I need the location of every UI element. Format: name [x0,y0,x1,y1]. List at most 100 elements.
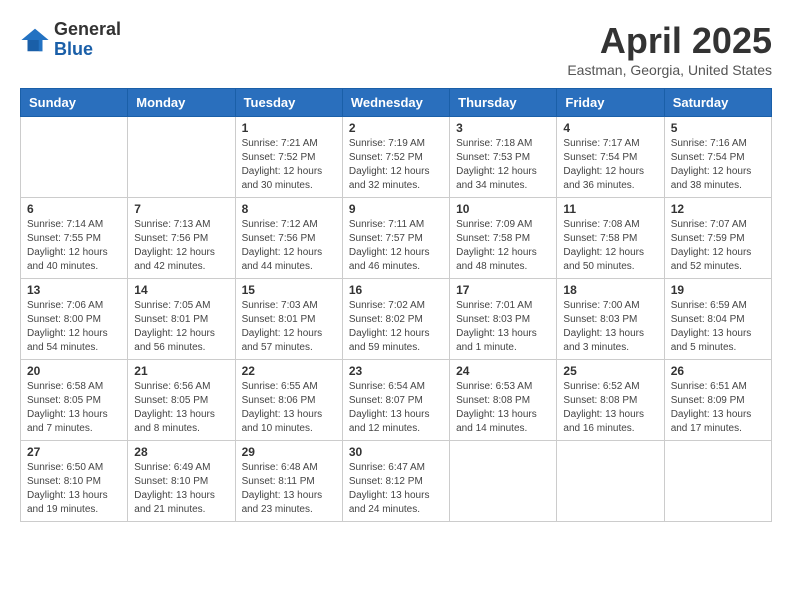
table-row: 12 Sunrise: 7:07 AM Sunset: 7:59 PM Dayli… [664,198,771,279]
table-row: 7 Sunrise: 7:13 AM Sunset: 7:56 PM Daylig… [128,198,235,279]
table-row: 4Sunrise: 7:17 AM Sunset: 7:54 PM Daylig… [557,117,664,198]
table-row: 2Sunrise: 7:19 AM Sunset: 7:52 PM Daylig… [342,117,449,198]
day-number: 13 [27,283,121,297]
table-row: 19 Sunrise: 6:59 AM Sunset: 8:04 PM Dayli… [664,279,771,360]
day-info: Sunrise: 6:49 AM Sunset: 8:10 PM Dayligh… [134,461,228,517]
table-row: 20 Sunrise: 6:58 AM Sunset: 8:05 PM Dayli… [21,360,128,441]
logo-general-text: General [54,19,121,39]
day-info: Sunrise: 7:02 AM Sunset: 8:02 PM Dayligh… [349,299,443,355]
day-info: Sunrise: 7:13 AM Sunset: 7:56 PM Dayligh… [134,218,228,274]
day-info: Sunrise: 6:48 AM Sunset: 8:11 PM Dayligh… [242,461,336,517]
table-row: 11Sunrise: 7:08 AM Sunset: 7:58 PM Dayli… [557,198,664,279]
weekday-header-row: Sunday Monday Tuesday Wednesday Thursday… [21,89,772,117]
day-info: Sunrise: 7:11 AM Sunset: 7:57 PM Dayligh… [349,218,443,274]
day-info: Sunrise: 7:05 AM Sunset: 8:01 PM Dayligh… [134,299,228,355]
day-number: 17 [456,283,550,297]
table-row: 9 Sunrise: 7:11 AM Sunset: 7:57 PM Daylig… [342,198,449,279]
day-number: 22 [242,364,336,378]
calendar-table: Sunday Monday Tuesday Wednesday Thursday… [20,88,772,522]
table-row: 22 Sunrise: 6:55 AM Sunset: 8:06 PM Dayli… [235,360,342,441]
table-row: 6 Sunrise: 7:14 AM Sunset: 7:55 PM Daylig… [21,198,128,279]
day-info: Sunrise: 7:18 AM Sunset: 7:53 PM Dayligh… [456,137,550,193]
day-number: 1 [242,121,336,135]
table-row: 5 Sunrise: 7:16 AM Sunset: 7:54 PM Daylig… [664,117,771,198]
day-number: 18 [563,283,657,297]
day-number: 26 [671,364,765,378]
day-info: Sunrise: 7:21 AM Sunset: 7:52 PM Dayligh… [242,137,336,193]
day-number: 29 [242,445,336,459]
table-row: 13 Sunrise: 7:06 AM Sunset: 8:00 PM Dayli… [21,279,128,360]
day-number: 7 [134,202,228,216]
day-number: 3 [456,121,550,135]
header-wednesday: Wednesday [342,89,449,117]
page-header: General Blue April 2025 Eastman, Georgia… [20,20,772,78]
day-info: Sunrise: 7:07 AM Sunset: 7:59 PM Dayligh… [671,218,765,274]
table-row: 24Sunrise: 6:53 AM Sunset: 8:08 PM Dayli… [450,360,557,441]
day-number: 5 [671,121,765,135]
table-row: 18 Sunrise: 7:00 AM Sunset: 8:03 PM Dayli… [557,279,664,360]
logo-icon [20,25,50,55]
logo: General Blue [20,20,121,60]
title-block: April 2025 Eastman, Georgia, United Stat… [567,20,772,78]
header-saturday: Saturday [664,89,771,117]
table-row: 8 Sunrise: 7:12 AM Sunset: 7:56 PM Daylig… [235,198,342,279]
day-number: 23 [349,364,443,378]
day-info: Sunrise: 7:00 AM Sunset: 8:03 PM Dayligh… [563,299,657,355]
day-number: 30 [349,445,443,459]
header-tuesday: Tuesday [235,89,342,117]
day-info: Sunrise: 6:52 AM Sunset: 8:08 PM Dayligh… [563,380,657,436]
table-row: 27Sunrise: 6:50 AM Sunset: 8:10 PM Dayli… [21,441,128,522]
day-number: 9 [349,202,443,216]
table-row: 1 Sunrise: 7:21 AM Sunset: 7:52 PM Daylig… [235,117,342,198]
header-thursday: Thursday [450,89,557,117]
header-friday: Friday [557,89,664,117]
day-number: 25 [563,364,657,378]
logo-blue-text: Blue [54,39,93,59]
table-row: 25 Sunrise: 6:52 AM Sunset: 8:08 PM Dayli… [557,360,664,441]
day-info: Sunrise: 6:58 AM Sunset: 8:05 PM Dayligh… [27,380,121,436]
table-row: 15 Sunrise: 7:03 AM Sunset: 8:01 PM Dayli… [235,279,342,360]
day-number: 15 [242,283,336,297]
table-row: 21 Sunrise: 6:56 AM Sunset: 8:05 PM Dayli… [128,360,235,441]
day-info: Sunrise: 7:12 AM Sunset: 7:56 PM Dayligh… [242,218,336,274]
day-info: Sunrise: 6:51 AM Sunset: 8:09 PM Dayligh… [671,380,765,436]
table-row: 17 Sunrise: 7:01 AM Sunset: 8:03 PM Dayli… [450,279,557,360]
table-row: 26 Sunrise: 6:51 AM Sunset: 8:09 PM Dayli… [664,360,771,441]
header-sunday: Sunday [21,89,128,117]
table-row [128,117,235,198]
day-info: Sunrise: 6:55 AM Sunset: 8:06 PM Dayligh… [242,380,336,436]
day-number: 28 [134,445,228,459]
day-number: 19 [671,283,765,297]
table-row: 23 Sunrise: 6:54 AM Sunset: 8:07 PM Dayli… [342,360,449,441]
logo-text: General Blue [54,20,121,60]
table-row [557,441,664,522]
day-info: Sunrise: 7:06 AM Sunset: 8:00 PM Dayligh… [27,299,121,355]
day-info: Sunrise: 6:56 AM Sunset: 8:05 PM Dayligh… [134,380,228,436]
day-number: 12 [671,202,765,216]
day-info: Sunrise: 6:59 AM Sunset: 8:04 PM Dayligh… [671,299,765,355]
day-info: Sunrise: 7:03 AM Sunset: 8:01 PM Dayligh… [242,299,336,355]
header-monday: Monday [128,89,235,117]
day-info: Sunrise: 7:14 AM Sunset: 7:55 PM Dayligh… [27,218,121,274]
table-row: 28 Sunrise: 6:49 AM Sunset: 8:10 PM Dayli… [128,441,235,522]
table-row: 29 Sunrise: 6:48 AM Sunset: 8:11 PM Dayli… [235,441,342,522]
table-row [21,117,128,198]
day-number: 2 [349,121,443,135]
day-number: 16 [349,283,443,297]
day-number: 10 [456,202,550,216]
day-info: Sunrise: 7:16 AM Sunset: 7:54 PM Dayligh… [671,137,765,193]
day-number: 20 [27,364,121,378]
location-text: Eastman, Georgia, United States [567,62,772,78]
table-row [450,441,557,522]
month-title: April 2025 [567,20,772,62]
day-info: Sunrise: 6:50 AM Sunset: 8:10 PM Dayligh… [27,461,121,517]
day-number: 6 [27,202,121,216]
day-info: Sunrise: 7:01 AM Sunset: 8:03 PM Dayligh… [456,299,550,355]
day-number: 8 [242,202,336,216]
table-row: 30Sunrise: 6:47 AM Sunset: 8:12 PM Dayli… [342,441,449,522]
table-row: 3 Sunrise: 7:18 AM Sunset: 7:53 PM Daylig… [450,117,557,198]
day-info: Sunrise: 6:54 AM Sunset: 8:07 PM Dayligh… [349,380,443,436]
day-number: 21 [134,364,228,378]
day-number: 11 [563,202,657,216]
table-row: 16 Sunrise: 7:02 AM Sunset: 8:02 PM Dayli… [342,279,449,360]
